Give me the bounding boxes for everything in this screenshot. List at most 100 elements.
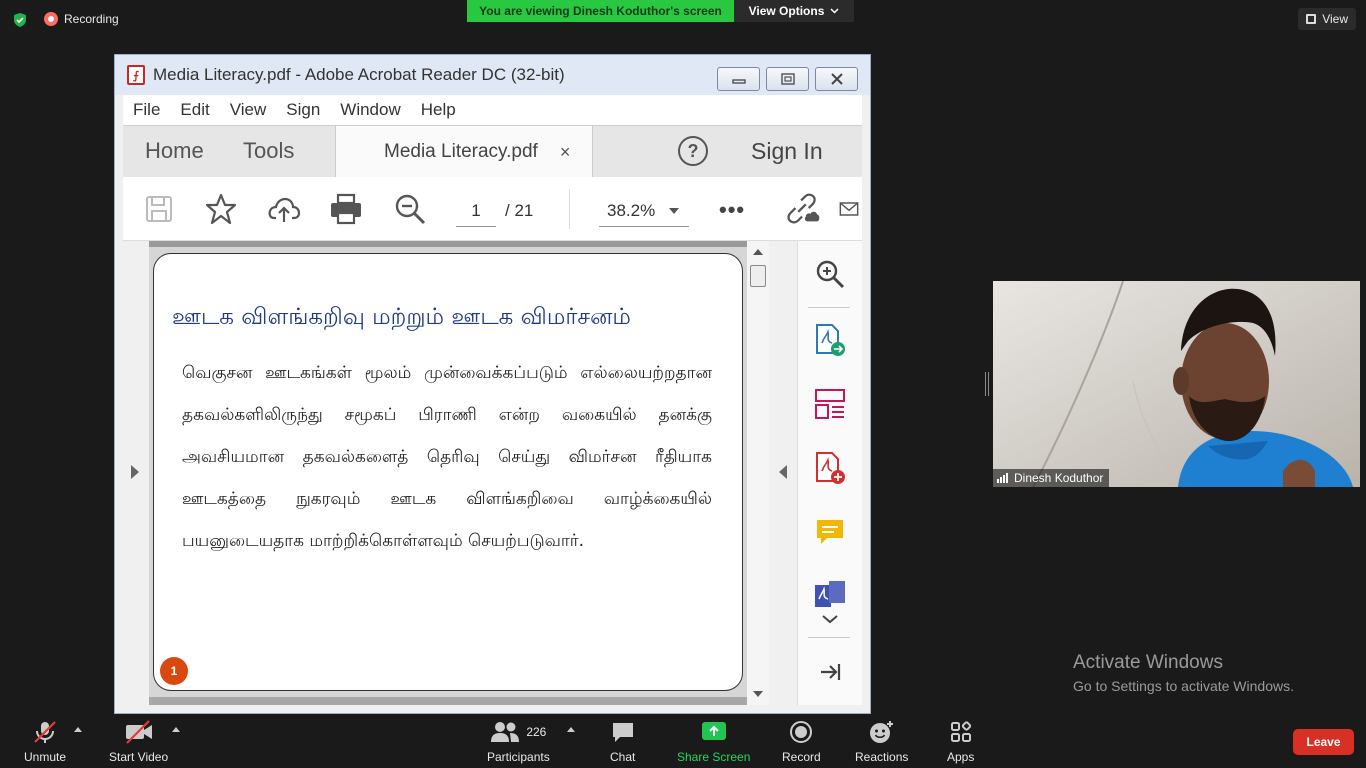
- watermark-subtitle: Go to Settings to activate Windows.: [1073, 678, 1294, 694]
- reactions-label: Reactions: [855, 750, 909, 764]
- close-tab-icon[interactable]: ×: [560, 142, 571, 163]
- recording-label: Recording: [64, 12, 119, 26]
- muted-mic-icon: [32, 720, 58, 744]
- video-options-caret-icon[interactable]: [172, 727, 180, 732]
- toolbar-separator: [569, 189, 570, 229]
- view-label: View: [1322, 12, 1348, 26]
- pane-separator: [808, 637, 850, 638]
- tab-document[interactable]: Media Literacy.pdf ×: [335, 126, 593, 178]
- audio-options-caret-icon[interactable]: [74, 727, 82, 732]
- scroll-up-icon[interactable]: [753, 249, 763, 255]
- more-tools-button[interactable]: •••: [719, 197, 745, 223]
- view-options-button[interactable]: View Options: [734, 0, 854, 22]
- viewing-screen-banner: You are viewing Dinesh Koduthor's screen: [467, 0, 734, 22]
- acrobat-toolbar: 1 / 21 38.2% •••: [123, 177, 862, 241]
- pdf-app-icon: ⨍: [127, 65, 145, 85]
- record-icon: [790, 720, 813, 744]
- right-panel-toggle[interactable]: [769, 241, 797, 705]
- page-edge-top: [149, 241, 747, 247]
- reactions-button[interactable]: Reactions: [855, 720, 908, 764]
- unmute-button[interactable]: Unmute: [24, 720, 66, 764]
- zoom-level-dropdown[interactable]: 38.2%: [599, 195, 689, 227]
- chevron-down-icon: [830, 8, 839, 14]
- apps-button[interactable]: Apps: [947, 720, 974, 764]
- vertical-scrollbar[interactable]: [747, 241, 769, 705]
- menu-help[interactable]: Help: [411, 100, 466, 120]
- zoom-level-value: 38.2%: [607, 200, 656, 220]
- maximize-button[interactable]: [766, 67, 809, 91]
- email-icon[interactable]: [839, 191, 859, 227]
- create-pdf-icon[interactable]: [811, 449, 849, 487]
- participants-options-caret-icon[interactable]: [567, 727, 575, 732]
- menu-file[interactable]: File: [123, 100, 170, 120]
- video-feed: [993, 281, 1360, 487]
- organize-pages-icon[interactable]: [811, 385, 849, 423]
- unmute-label: Unmute: [24, 750, 67, 764]
- participant-name-tag: Dinesh Koduthor: [993, 469, 1110, 487]
- page-heading: ஊடக விளங்கறிவு மற்றும் ஊடக விமர்சனம்: [172, 304, 631, 330]
- minimize-button[interactable]: [717, 67, 760, 91]
- share-screen-label: Share Screen: [677, 750, 751, 764]
- apps-label: Apps: [947, 750, 975, 764]
- security-shield-icon[interactable]: [12, 12, 28, 28]
- collapse-pane-icon[interactable]: [811, 653, 849, 691]
- menu-window[interactable]: Window: [330, 100, 410, 120]
- start-video-label: Start Video: [109, 750, 169, 764]
- recording-icon: [44, 12, 58, 26]
- pane-separator: [808, 307, 850, 308]
- video-off-icon: [124, 720, 154, 744]
- activate-windows-watermark: Activate Windows Go to Settings to activ…: [1073, 652, 1294, 694]
- page-viewport[interactable]: ஊடக விளங்கறிவு மற்றும் ஊடக விமர்சனம் வெக…: [149, 241, 747, 705]
- document-tab-label: Media Literacy.pdf: [384, 141, 538, 162]
- dropdown-caret-icon: [669, 207, 680, 214]
- participants-label: Participants: [487, 750, 550, 764]
- print-icon[interactable]: [328, 191, 364, 227]
- title-bar[interactable]: ⨍ Media Literacy.pdf - Adobe Acrobat Rea…: [115, 55, 870, 95]
- chat-icon: [611, 720, 635, 744]
- sign-in-button[interactable]: Sign In: [751, 138, 823, 165]
- left-panel-toggle[interactable]: [123, 241, 149, 705]
- page-number-badge: 1: [160, 657, 188, 685]
- collapse-right-icon: [779, 465, 787, 479]
- page-total: / 21: [505, 201, 534, 220]
- scroll-thumb[interactable]: [750, 265, 766, 287]
- record-button[interactable]: Record: [782, 720, 821, 764]
- chat-label: Chat: [610, 750, 636, 764]
- participant-video[interactable]: Dinesh Koduthor: [993, 281, 1360, 487]
- document-area: ஊடக விளங்கறிவு மற்றும் ஊடக விமர்சனம் வெக…: [123, 241, 862, 705]
- bookmark-star-icon[interactable]: [203, 191, 239, 227]
- panel-resize-handle[interactable]: [985, 372, 989, 396]
- enhance-zoom-icon[interactable]: [811, 255, 849, 293]
- view-button[interactable]: View: [1298, 8, 1356, 30]
- more-tools-chevron-icon[interactable]: [811, 607, 849, 631]
- tab-home[interactable]: Home: [145, 138, 204, 164]
- reactions-icon: [869, 720, 895, 744]
- start-video-button[interactable]: Start Video: [109, 720, 168, 764]
- chat-button[interactable]: Chat: [610, 720, 635, 764]
- comment-icon[interactable]: [811, 513, 849, 551]
- share-screen-button[interactable]: Share Screen: [677, 720, 750, 764]
- cloud-upload-icon[interactable]: [266, 191, 302, 227]
- restore-icon: [780, 73, 795, 85]
- recording-indicator[interactable]: Recording: [44, 12, 119, 26]
- scroll-down-icon[interactable]: [753, 691, 763, 697]
- save-icon[interactable]: [141, 191, 177, 227]
- leave-button[interactable]: Leave: [1293, 729, 1354, 755]
- export-pdf-icon[interactable]: [811, 321, 849, 359]
- participants-button[interactable]: 226 Participants: [487, 720, 550, 764]
- close-window-button[interactable]: [815, 67, 858, 91]
- tab-tools[interactable]: Tools: [243, 138, 294, 164]
- help-icon[interactable]: ?: [678, 136, 708, 166]
- participants-icon-row: 226: [490, 720, 546, 744]
- page-number-input[interactable]: 1: [456, 195, 496, 227]
- menu-edit[interactable]: Edit: [170, 100, 219, 120]
- menu-sign[interactable]: Sign: [276, 100, 330, 120]
- share-link-icon[interactable]: [785, 191, 821, 227]
- menu-view[interactable]: View: [220, 100, 277, 120]
- view-options-label: View Options: [748, 4, 825, 18]
- zoom-out-icon[interactable]: [392, 191, 428, 227]
- apps-icon: [950, 720, 972, 744]
- expand-left-icon: [131, 465, 139, 479]
- watermark-title: Activate Windows: [1073, 652, 1223, 673]
- record-label: Record: [782, 750, 821, 764]
